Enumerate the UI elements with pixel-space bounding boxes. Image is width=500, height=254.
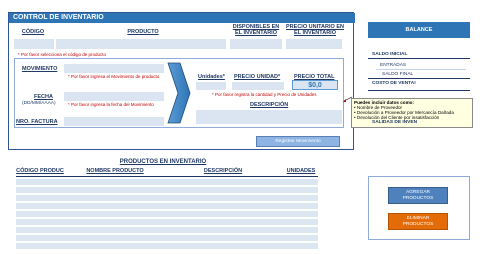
actions-box xyxy=(368,176,470,240)
salidas-label: SALIDAS DE INVEN xyxy=(372,120,418,125)
hint-codigo: * Por favor selecciona el código de prod… xyxy=(18,52,107,57)
register-movement-button[interactable]: Registrar Movimiento xyxy=(256,136,340,147)
disponibles-field xyxy=(230,39,282,49)
hint-cantidad: * Por favor registra la cantidad y Preci… xyxy=(212,92,317,97)
control-title: CONTROL DE INVENTARIO xyxy=(9,13,355,23)
table-row[interactable] xyxy=(16,227,318,233)
table-row[interactable] xyxy=(16,211,318,217)
hint-movimiento: * Por favor ingresa el Movimiento de pro… xyxy=(68,74,160,79)
fecha-label: FECHA xyxy=(34,94,53,100)
add-products-button[interactable]: AGREGAR PRODUCTOS xyxy=(388,187,448,204)
balance-header: BALANCE xyxy=(368,22,470,38)
fecha-format: (DD/MM/AAAA) xyxy=(22,101,56,106)
add-button-label: PRODUCTOS xyxy=(402,196,434,201)
descripcion-input[interactable] xyxy=(196,110,342,124)
fecha-input[interactable] xyxy=(64,92,164,101)
unidades-input[interactable] xyxy=(196,82,226,90)
costo-venta-label: COSTO DE VENTA! xyxy=(372,81,416,86)
balance-divider xyxy=(368,90,470,91)
precio-unitario-field xyxy=(286,39,342,49)
column-header-unidades: UNIDADES xyxy=(286,168,316,174)
precio-unidad-input[interactable] xyxy=(232,82,284,90)
table-row[interactable] xyxy=(16,187,318,193)
producto-field xyxy=(56,39,226,49)
column-header-descripcion: DESCRIPCIÓN xyxy=(203,168,243,174)
header-producto: PRODUCTO xyxy=(127,29,159,35)
delete-button-label: PRODUCTOS xyxy=(402,222,434,227)
unidades-label: Unidades* xyxy=(198,74,225,80)
balance-divider xyxy=(376,69,466,70)
table-row[interactable] xyxy=(16,243,318,249)
table-row[interactable] xyxy=(16,195,318,201)
delete-products-button[interactable]: ELIMINAR PRODUCTOS xyxy=(388,213,448,230)
table-row[interactable] xyxy=(16,235,318,241)
header-disponibles: DISPONIBLES EN EL INVENTARIO xyxy=(232,24,280,36)
nro-factura-label: NRO. FACTURA xyxy=(16,119,58,125)
header-precio-unitario: PRECIO UNITARIO EN EL INVENTARIO xyxy=(286,24,344,36)
table-title: PRODUCTOS EN INVENTARIO xyxy=(119,159,207,165)
table-row[interactable] xyxy=(16,179,318,185)
balance-divider xyxy=(368,58,470,59)
chevron-right-icon xyxy=(167,62,191,124)
balance-divider xyxy=(368,78,470,79)
table-row[interactable] xyxy=(16,203,318,209)
hint-fecha: * Por favor ingresa la fecha del Movimie… xyxy=(68,102,154,107)
precio-total-value: $0,0 xyxy=(292,80,338,90)
table-row[interactable] xyxy=(16,219,318,225)
nro-factura-input[interactable] xyxy=(64,117,164,126)
header-codigo: CÓDIGO xyxy=(21,29,45,35)
movimiento-select[interactable] xyxy=(64,64,164,73)
column-header-codigo: CÓDIGO PRODUC xyxy=(16,168,64,174)
movimiento-label: MOVIMIENTO xyxy=(22,66,58,72)
descripcion-label: DESCRIPCIÓN xyxy=(250,102,289,108)
column-header-nombre: NOMBRE PRODUCTO xyxy=(86,168,144,174)
codigo-select[interactable] xyxy=(14,39,54,49)
precio-unidad-label: PRECIO UNIDAD* xyxy=(234,74,281,80)
table-header-divider xyxy=(16,176,318,177)
